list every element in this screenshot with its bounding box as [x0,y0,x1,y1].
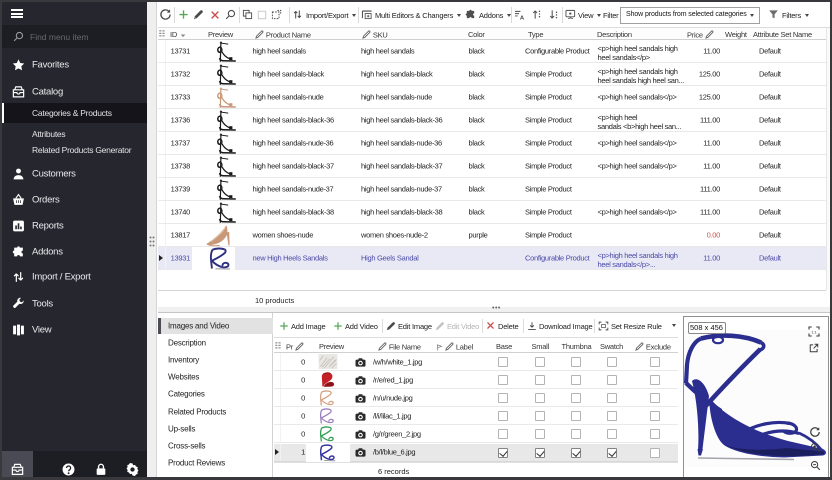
svg-text:1:1: 1:1 [811,330,816,334]
svg-text:A: A [520,15,525,19]
